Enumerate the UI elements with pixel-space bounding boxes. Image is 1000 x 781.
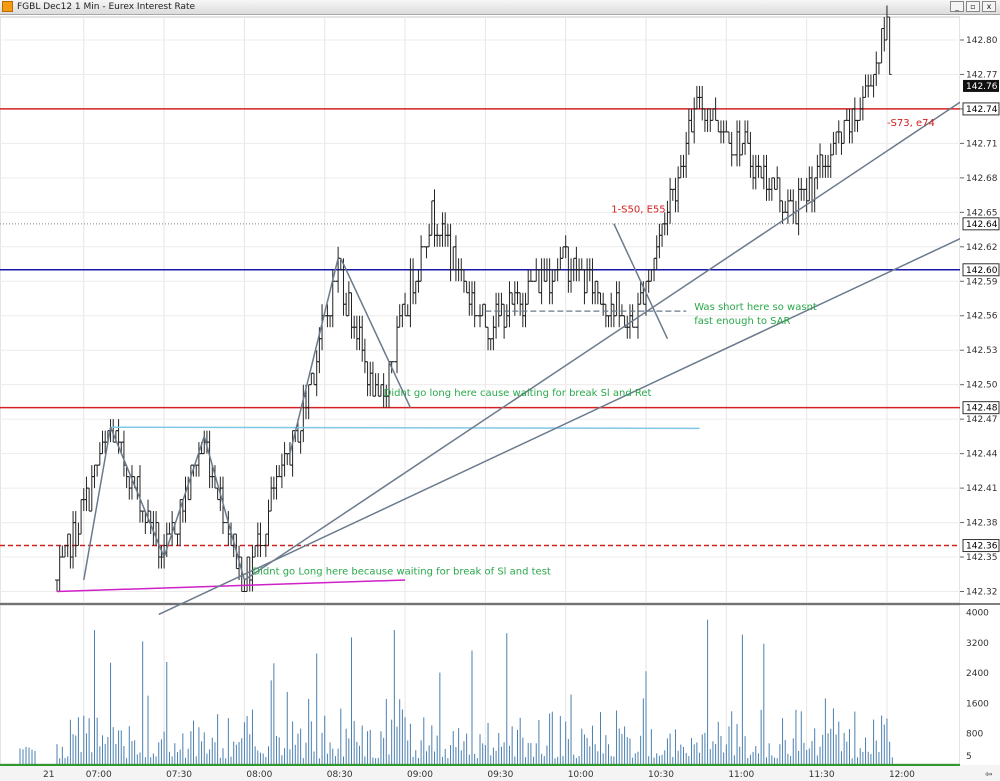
y-tick-label: 142.62 — [966, 243, 998, 253]
volume-tick-label: 1600 — [966, 699, 989, 709]
y-tick-label: 142.50 — [966, 381, 998, 391]
price-label-142.36: 142.36 — [966, 542, 998, 552]
y-tick-label: 142.65 — [966, 208, 998, 218]
y-tick-label: 142.77 — [966, 70, 998, 80]
volume-tick-label: 4000 — [966, 609, 989, 619]
last-price-label: 142.76 — [966, 82, 998, 92]
y-tick-label: 142.32 — [966, 588, 998, 598]
y-tick-label: 142.38 — [966, 519, 998, 529]
y-tick-label: 142.80 — [966, 36, 998, 46]
price-label-142.48: 142.48 — [966, 404, 998, 414]
volume-tick-label: 5 — [966, 752, 972, 762]
price-label-142.60: 142.60 — [966, 266, 998, 276]
y-tick-label: 142.44 — [966, 450, 998, 460]
x-tick-label-10:30: 10:30 — [648, 770, 674, 780]
y-tick-label: 142.35 — [966, 553, 998, 563]
note-s73: -S73, e74 — [887, 118, 935, 129]
x-tick-label-12:00: 12:00 — [889, 770, 915, 780]
scroll-left-icon: ⇦ — [985, 770, 993, 780]
note-no-long-1: Didnt go long here cause waiting for bre… — [384, 388, 652, 399]
y-tick-label: 142.59 — [966, 277, 998, 287]
price-label-142.64: 142.64 — [966, 220, 998, 230]
x-tick-label-11:00: 11:00 — [728, 770, 754, 780]
x-tick-label-11:30: 11:30 — [809, 770, 835, 780]
y-tick-label: 142.68 — [966, 174, 998, 184]
y-tick-label: 142.41 — [966, 484, 998, 494]
x-tick-label-09:00: 09:00 — [407, 770, 433, 780]
x-tick-label-09:30: 09:30 — [487, 770, 513, 780]
price-chart[interactable]: -S73, e74 1-S50, E55 Was short here so was… — [0, 0, 1000, 781]
note-short-1: Was short here so wasnt — [694, 302, 817, 313]
x-tick-label-08:30: 08:30 — [327, 770, 353, 780]
x-tick-label-07:30: 07:30 — [166, 770, 192, 780]
x-tick-label-10:00: 10:00 — [568, 770, 594, 780]
y-tick-label: 142.71 — [966, 139, 998, 149]
price-label-142.74: 142.74 — [966, 105, 998, 115]
note-no-long-2: Didnt go Long here because waiting for b… — [252, 566, 550, 577]
volume-axis-bg — [960, 605, 1000, 764]
x-tick-label-08:00: 08:00 — [246, 770, 272, 780]
y-tick-label: 142.47 — [966, 415, 998, 425]
volume-tick-label: 3200 — [966, 639, 989, 649]
volume-tick-label: 2400 — [966, 669, 989, 679]
x-tick-label-21: 21 — [43, 770, 54, 780]
volume-tick-label: 800 — [966, 730, 983, 740]
y-tick-label: 142.53 — [966, 346, 998, 356]
y-tick-label: 142.56 — [966, 312, 998, 322]
note-s50: 1-S50, E55 — [611, 204, 665, 215]
note-short-2: fast enough to SAR — [694, 316, 790, 327]
x-tick-label-07:00: 07:00 — [86, 770, 112, 780]
